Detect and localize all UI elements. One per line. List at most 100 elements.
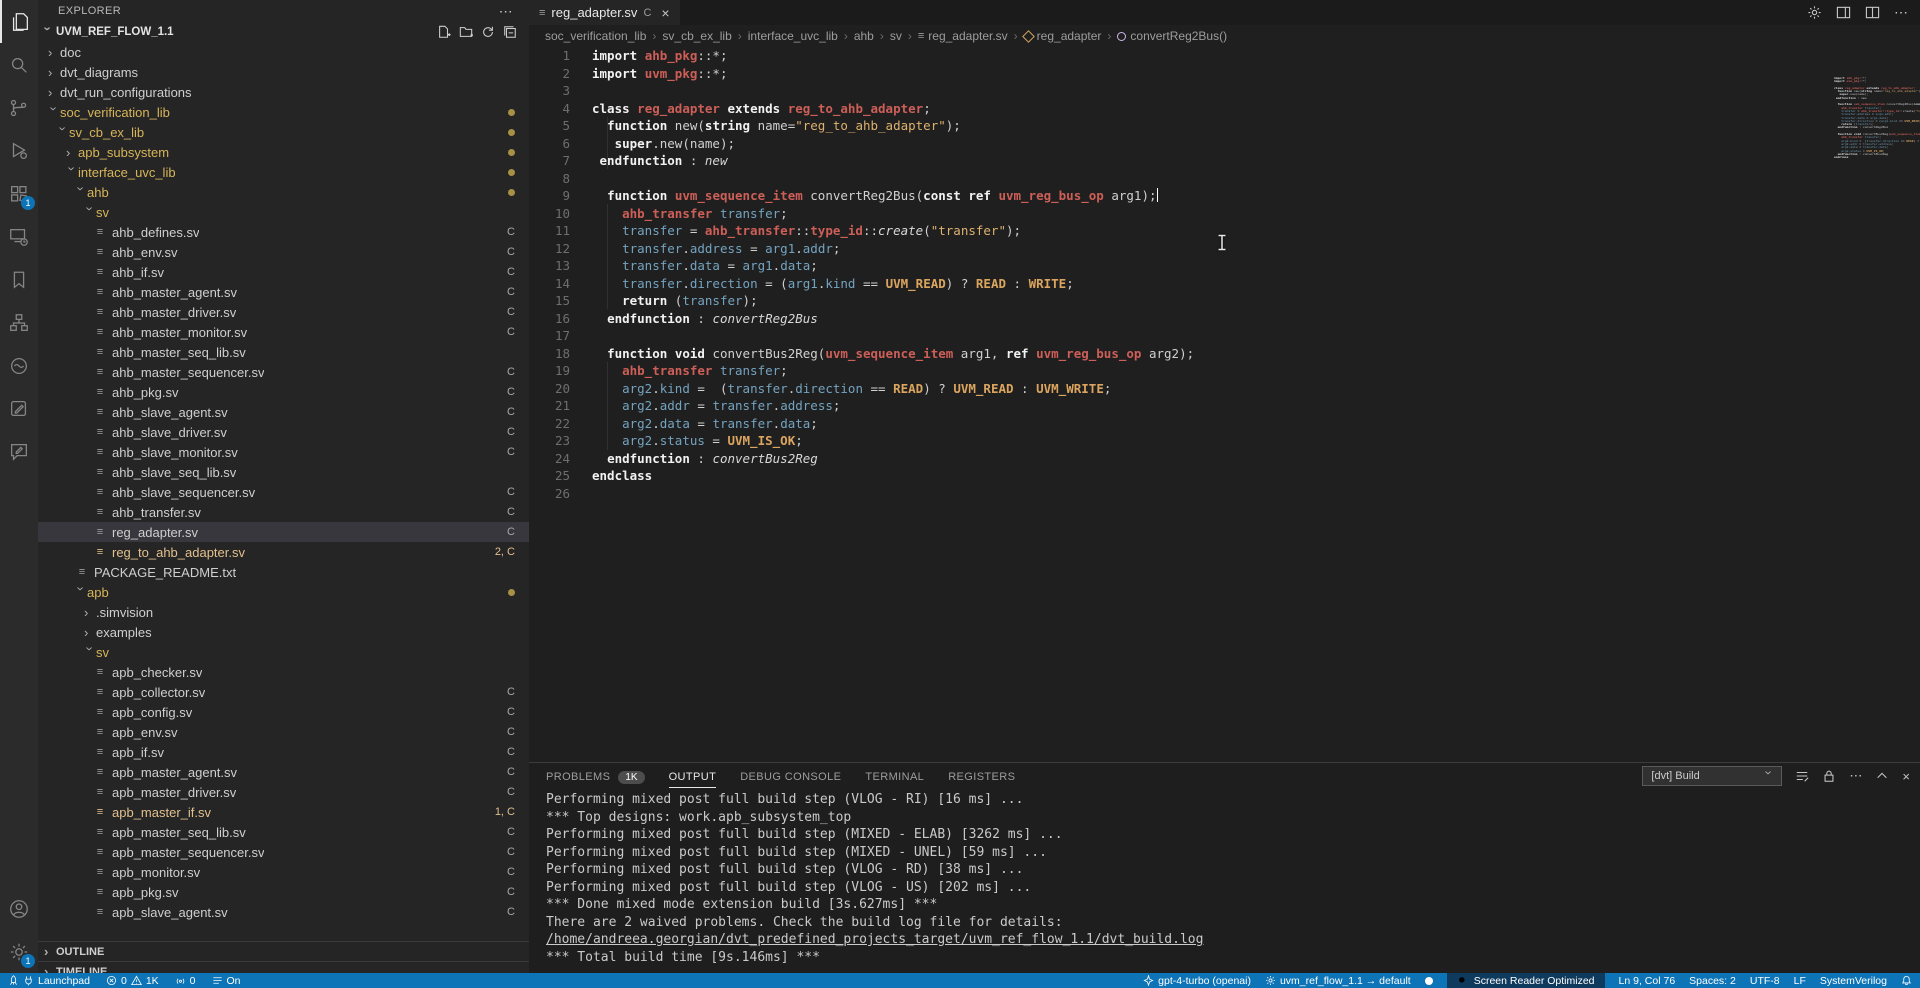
- tree-item[interactable]: ≡apb_config.svC: [38, 702, 529, 722]
- verification-hierarchy-icon[interactable]: [0, 301, 38, 344]
- tree-item[interactable]: ≡apb_if.svC: [38, 742, 529, 762]
- tree-item[interactable]: ›dvt_run_configurations: [38, 82, 529, 102]
- explorer-icon[interactable]: [0, 0, 38, 43]
- tree-item[interactable]: ›sv_cb_ex_lib: [38, 122, 529, 142]
- breadcrumb-item-method[interactable]: convertReg2Bus(): [1117, 29, 1227, 43]
- tree-item[interactable]: ›interface_uvc_lib: [38, 162, 529, 182]
- refresh-icon[interactable]: [481, 25, 495, 39]
- tree-item[interactable]: ≡ahb_master_monitor.svC: [38, 322, 529, 342]
- encoding-status[interactable]: UTF-8: [1750, 975, 1780, 987]
- search-icon[interactable]: [0, 43, 38, 86]
- remote-explorer-icon[interactable]: [0, 215, 38, 258]
- tree-item[interactable]: ›sv: [38, 202, 529, 222]
- new-file-icon[interactable]: [437, 25, 451, 39]
- tree-item[interactable]: ≡ahb_master_driver.svC: [38, 302, 529, 322]
- screen-reader-status[interactable]: Screen Reader Optimized: [1447, 973, 1605, 988]
- tree-item[interactable]: ›apb: [38, 582, 529, 602]
- layout-icon[interactable]: [1836, 5, 1851, 20]
- indentation-status[interactable]: Spaces: 2: [1689, 975, 1736, 987]
- dvt-build-config-status[interactable]: uvm_ref_flow_1.1 → default: [1265, 975, 1411, 987]
- language-mode-status[interactable]: SystemVerilog: [1820, 975, 1887, 987]
- tree-item[interactable]: ≡ahb_transfer.svC: [38, 502, 529, 522]
- cursor-position-status[interactable]: Ln 9, Col 76: [1619, 975, 1676, 987]
- tree-item[interactable]: ≡reg_to_ahb_adapter.sv2, C: [38, 542, 529, 562]
- tree-item[interactable]: ≡ahb_slave_seq_lib.sv: [38, 462, 529, 482]
- source-control-icon[interactable]: [0, 86, 38, 129]
- outline-section[interactable]: › OUTLINE: [38, 941, 529, 961]
- tree-item[interactable]: ≡apb_master_sequencer.svC: [38, 842, 529, 862]
- tab-problems[interactable]: PROBLEMS1K: [546, 763, 645, 791]
- tree-item[interactable]: ≡apb_master_driver.svC: [38, 782, 529, 802]
- breadcrumb-item[interactable]: ahb: [854, 29, 874, 43]
- tab-terminal[interactable]: TERMINAL: [865, 763, 924, 791]
- edit-note-icon[interactable]: [0, 387, 38, 430]
- split-editor-icon[interactable]: [1865, 5, 1880, 20]
- tree-item[interactable]: ≡ahb_env.svC: [38, 242, 529, 262]
- tree-item[interactable]: ›soc_verification_lib: [38, 102, 529, 122]
- tree-item[interactable]: ≡ahb_master_sequencer.svC: [38, 362, 529, 382]
- more-actions-icon[interactable]: ⋯: [1849, 768, 1862, 784]
- tree-item[interactable]: ≡ahb_defines.svC: [38, 222, 529, 242]
- tree-item[interactable]: ≡apb_collector.svC: [38, 682, 529, 702]
- breadcrumb-item[interactable]: sv_cb_ex_lib: [662, 29, 731, 43]
- tree-item[interactable]: ≡apb_monitor.svC: [38, 862, 529, 882]
- tab-debug-console[interactable]: DEBUG CONSOLE: [740, 763, 841, 791]
- tree-item[interactable]: ≡reg_adapter.svC: [38, 522, 529, 542]
- output-channel-select[interactable]: [dvt] Build ›: [1642, 766, 1782, 786]
- timeline-section[interactable]: › TIMELINE: [38, 961, 529, 973]
- code-editor[interactable]: 1import ahb_pkg::*;2import uvm_pkg::*;34…: [529, 47, 1920, 762]
- tree-item[interactable]: ≡ahb_slave_sequencer.svC: [38, 482, 529, 502]
- ai-model-status[interactable]: gpt-4-turbo (openai): [1143, 975, 1251, 987]
- tree-item[interactable]: ≡apb_env.svC: [38, 722, 529, 742]
- problems-status[interactable]: 0 1K: [106, 975, 159, 987]
- close-icon[interactable]: ×: [661, 5, 669, 21]
- clear-output-icon[interactable]: [1795, 769, 1809, 783]
- tree-item[interactable]: ›apb_subsystem: [38, 142, 529, 162]
- tree-item[interactable]: ≡apb_master_seq_lib.svC: [38, 822, 529, 842]
- collapse-all-icon[interactable]: [503, 25, 517, 39]
- tab-registers[interactable]: REGISTERS: [948, 763, 1015, 791]
- tree-item[interactable]: ≡apb_pkg.svC: [38, 882, 529, 902]
- tab-reg-adapter[interactable]: ≡ reg_adapter.sv C ×: [529, 0, 680, 25]
- tree-item[interactable]: ≡apb_master_if.sv1, C: [38, 802, 529, 822]
- eol-status[interactable]: LF: [1794, 975, 1806, 987]
- breadcrumb-item-file[interactable]: ≡reg_adapter.sv: [918, 29, 1008, 43]
- tree-item[interactable]: ›.simvision: [38, 602, 529, 622]
- launchpad-status[interactable]: Launchpad: [8, 975, 90, 987]
- coverage-icon[interactable]: [0, 344, 38, 387]
- tree-item[interactable]: ≡apb_slave_agent.svC: [38, 902, 529, 922]
- settings-gear-icon[interactable]: 1: [0, 930, 38, 973]
- extensions-icon[interactable]: 1: [0, 172, 38, 215]
- tree-item[interactable]: ≡PACKAGE_README.txt: [38, 562, 529, 582]
- tree-item[interactable]: ›dvt_diagrams: [38, 62, 529, 82]
- tree-item[interactable]: ›doc: [38, 42, 529, 62]
- bookmarks-icon[interactable]: [0, 258, 38, 301]
- breadcrumb-item[interactable]: interface_uvc_lib: [748, 29, 838, 43]
- tree-item[interactable]: ≡ahb_master_agent.svC: [38, 282, 529, 302]
- more-actions-icon[interactable]: ⋯: [1894, 4, 1908, 21]
- close-panel-icon[interactable]: ×: [1902, 769, 1910, 784]
- workspace-root[interactable]: › UVM_REF_FLOW_1.1: [38, 22, 529, 42]
- output-log[interactable]: Performing mixed post full build step (V…: [546, 791, 1900, 973]
- tree-item[interactable]: ≡ahb_slave_agent.svC: [38, 402, 529, 422]
- new-folder-icon[interactable]: [459, 25, 473, 39]
- tree-item[interactable]: ›examples: [38, 622, 529, 642]
- account-icon[interactable]: [0, 887, 38, 930]
- tree-item[interactable]: ≡ahb_slave_driver.svC: [38, 422, 529, 442]
- explorer-more-actions-icon[interactable]: ⋯: [499, 3, 513, 20]
- tree-item[interactable]: ≡ahb_slave_monitor.svC: [38, 442, 529, 462]
- tree-item[interactable]: ≡apb_checker.sv: [38, 662, 529, 682]
- feedback-status[interactable]: 0: [175, 975, 196, 987]
- lines-on-status[interactable]: On: [212, 975, 241, 987]
- breadcrumb-item-class[interactable]: reg_adapter: [1024, 29, 1102, 43]
- tree-item[interactable]: ≡ahb_master_seq_lib.sv: [38, 342, 529, 362]
- comment-edit-icon[interactable]: [0, 430, 38, 473]
- tree-item[interactable]: ›ahb: [38, 182, 529, 202]
- manage-gear-icon[interactable]: [1807, 5, 1822, 20]
- tree-item[interactable]: ≡apb_master_agent.svC: [38, 762, 529, 782]
- maximize-panel-icon[interactable]: [1875, 769, 1889, 783]
- breadcrumb-item[interactable]: soc_verification_lib: [545, 29, 646, 43]
- lock-icon[interactable]: [1822, 769, 1836, 783]
- tab-output[interactable]: OUTPUT: [669, 763, 717, 791]
- breadcrumb-item[interactable]: sv: [890, 29, 902, 43]
